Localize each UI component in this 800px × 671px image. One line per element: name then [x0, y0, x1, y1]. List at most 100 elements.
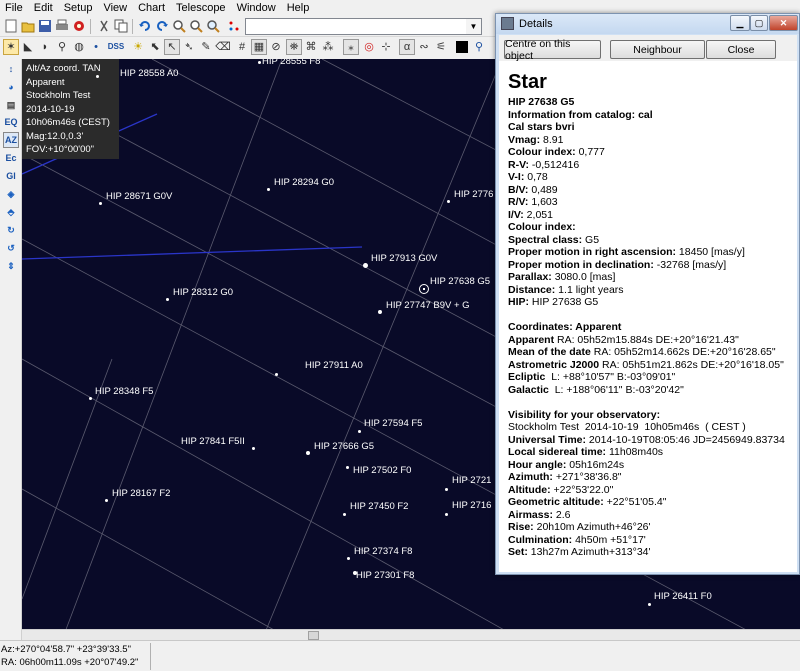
alpha-labels-icon[interactable]: α: [399, 39, 415, 55]
star-point[interactable]: [357, 429, 361, 433]
star-point[interactable]: [251, 446, 255, 450]
redo-icon[interactable]: [154, 18, 170, 34]
print-icon[interactable]: [54, 18, 70, 34]
fov-icon[interactable]: ↕: [3, 61, 19, 77]
menu-window[interactable]: Window: [232, 0, 282, 16]
constellation-label-icon[interactable]: ⁂: [320, 39, 336, 55]
cut-icon[interactable]: [96, 18, 112, 34]
setup-icon[interactable]: [71, 18, 87, 34]
planet-icon[interactable]: ◗: [37, 39, 53, 55]
telescope-icon[interactable]: ⚲: [471, 39, 487, 55]
detail-line: Culmination: 4h50m +51°17': [508, 534, 797, 547]
ecliptic-projection-button[interactable]: Ec: [3, 150, 19, 166]
star-point[interactable]: [345, 465, 349, 469]
star-icon[interactable]: ✶: [3, 39, 19, 55]
comet-icon[interactable]: ⚲: [54, 39, 70, 55]
new-chart-icon[interactable]: [3, 18, 19, 34]
asteroid-icon[interactable]: ◍: [71, 39, 87, 55]
scrollbar-thumb[interactable]: [308, 631, 319, 640]
calendar-icon[interactable]: ▤: [3, 97, 19, 113]
star-point[interactable]: [104, 498, 108, 502]
eq-grid-icon[interactable]: #: [234, 39, 250, 55]
detail-value: +22°53'22.0": [550, 483, 614, 496]
nebula-icon[interactable]: ◣: [20, 39, 36, 55]
flip-vertical-icon[interactable]: ⬘: [3, 204, 19, 220]
galactic-projection-button[interactable]: Gl: [3, 168, 19, 184]
altaz-grid-icon[interactable]: ▦: [251, 39, 267, 55]
star-point[interactable]: [446, 199, 450, 203]
selected-star-marker[interactable]: [419, 284, 429, 294]
zoom-in-icon[interactable]: [171, 18, 187, 34]
star-point[interactable]: [274, 372, 278, 376]
star-point[interactable]: [362, 262, 368, 268]
zoom-field-icon[interactable]: [205, 18, 221, 34]
detail-label: V-I:: [508, 171, 525, 183]
object-search-input[interactable]: [245, 18, 467, 35]
rotate-left-icon[interactable]: ↺: [3, 240, 19, 256]
star-point[interactable]: [266, 187, 270, 191]
copy-icon[interactable]: [113, 18, 129, 34]
zoom-out-icon[interactable]: [188, 18, 204, 34]
star-point[interactable]: [88, 396, 92, 400]
menu-chart[interactable]: Chart: [133, 0, 171, 16]
menu-file[interactable]: File: [0, 0, 29, 16]
constellation-figure-icon[interactable]: ⛯: [286, 39, 302, 55]
constellation-boundary-icon[interactable]: ⌘: [303, 39, 319, 55]
pen-icon[interactable]: ✎: [198, 39, 214, 55]
close-icon[interactable]: ✕: [769, 15, 798, 31]
star-point[interactable]: [378, 310, 382, 314]
open-folder-icon[interactable]: [20, 18, 36, 34]
dss-button[interactable]: DSS: [104, 39, 128, 55]
star-point[interactable]: [98, 201, 102, 205]
menu-telescope[interactable]: Telescope: [171, 0, 232, 16]
object-search-dropdown-icon[interactable]: ▼: [466, 18, 482, 35]
black-chart-icon[interactable]: [454, 39, 470, 55]
compass-icon[interactable]: ⊘: [268, 39, 284, 55]
milkyway-icon[interactable]: ⊹: [378, 39, 394, 55]
star-point[interactable]: [257, 60, 261, 64]
altaz-projection-button[interactable]: AZ: [3, 132, 19, 148]
bullet-icon[interactable]: •: [88, 39, 104, 55]
detail-label: Distance:: [508, 283, 556, 296]
undo-icon[interactable]: [137, 18, 153, 34]
maximize-icon[interactable]: ▢: [750, 15, 768, 31]
star-point[interactable]: [306, 451, 310, 455]
star-point[interactable]: [444, 512, 448, 516]
menu-help[interactable]: Help: [282, 0, 316, 16]
star-point[interactable]: [346, 556, 350, 560]
details-titlebar[interactable]: Details ▁ ▢ ✕: [496, 14, 799, 34]
centre-on-object-button[interactable]: Centre on this object: [504, 38, 601, 62]
vertical-arrows-icon[interactable]: ⇕: [3, 258, 19, 274]
detail-label: Visibility for your observatory:: [508, 408, 661, 421]
globe-icon[interactable]: ◕: [3, 79, 19, 95]
pointer-icon[interactable]: ↖: [164, 39, 180, 55]
eraser-icon[interactable]: ⌫: [215, 39, 231, 55]
menu-edit[interactable]: Edit: [29, 0, 59, 16]
horizontal-scrollbar[interactable]: [22, 629, 800, 640]
star-point[interactable]: [444, 487, 448, 491]
save-icon[interactable]: [37, 18, 53, 34]
eq-projection-button[interactable]: EQ: [3, 114, 19, 130]
menu-view[interactable]: View: [98, 0, 133, 16]
star-point[interactable]: [165, 297, 169, 301]
minimize-icon[interactable]: ▁: [730, 15, 750, 31]
ecliptic-icon[interactable]: ∾: [416, 39, 432, 55]
satellite-icon[interactable]: ⚟: [433, 39, 449, 55]
close-button[interactable]: Close: [706, 40, 776, 59]
detail-line: Altitude: +22°53'22.0": [508, 484, 797, 497]
label-icon[interactable]: ⬉: [147, 39, 163, 55]
star-point[interactable]: [95, 74, 99, 78]
target-icon[interactable]: ◎: [361, 39, 377, 55]
star-point[interactable]: [647, 602, 651, 606]
menu-setup[interactable]: Setup: [59, 0, 99, 16]
light-bulb-icon[interactable]: ☀: [130, 39, 146, 55]
neighbour-button[interactable]: Neighbour: [610, 40, 705, 59]
rotate-right-icon[interactable]: ↻: [3, 222, 19, 238]
refresh-chart-icon[interactable]: [226, 18, 242, 34]
arrow-icon[interactable]: ➴: [181, 39, 197, 55]
flip-horizontal-icon[interactable]: ◈: [3, 186, 19, 202]
detail-value: RA: 05h51m21.862s DE:+20°16'18.05": [599, 358, 784, 371]
detail-label: Azimuth:: [508, 471, 553, 483]
star-point[interactable]: [342, 512, 346, 516]
star-labels-icon[interactable]: ⁎: [343, 39, 359, 55]
